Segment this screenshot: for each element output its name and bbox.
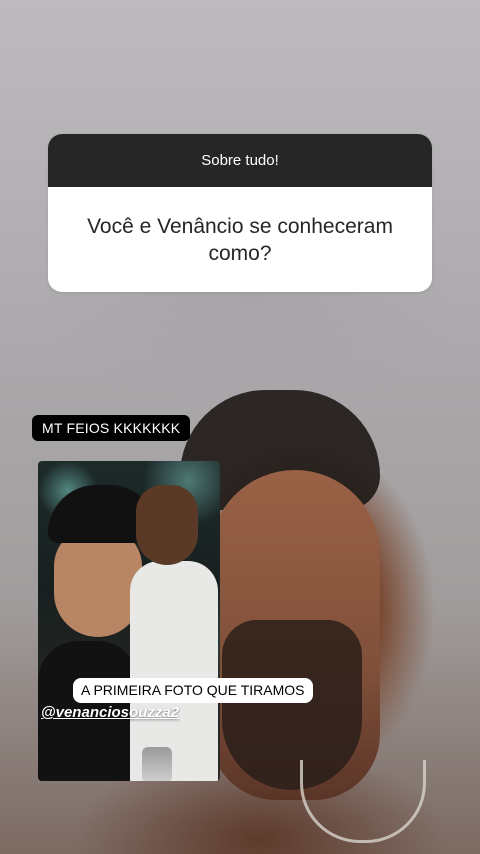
background-person-necklace [300, 760, 426, 843]
photo-can [142, 747, 172, 781]
question-sticker[interactable]: Sobre tudo! Você e Venâncio se conhecera… [48, 134, 432, 292]
photo-caption: A PRIMEIRA FOTO QUE TIRAMOS [73, 678, 313, 703]
user-mention-link[interactable]: @venanciosouzza2 [41, 704, 179, 721]
photo-person-left-face [54, 527, 142, 637]
question-text: Você e Venâncio se conheceram como? [87, 214, 393, 265]
question-sticker-header: Sobre tudo! [48, 134, 432, 187]
embedded-photo [38, 461, 220, 781]
answer-text: MT FEIOS KKKKKKK [32, 415, 191, 441]
photo-person-right-head [136, 485, 198, 565]
